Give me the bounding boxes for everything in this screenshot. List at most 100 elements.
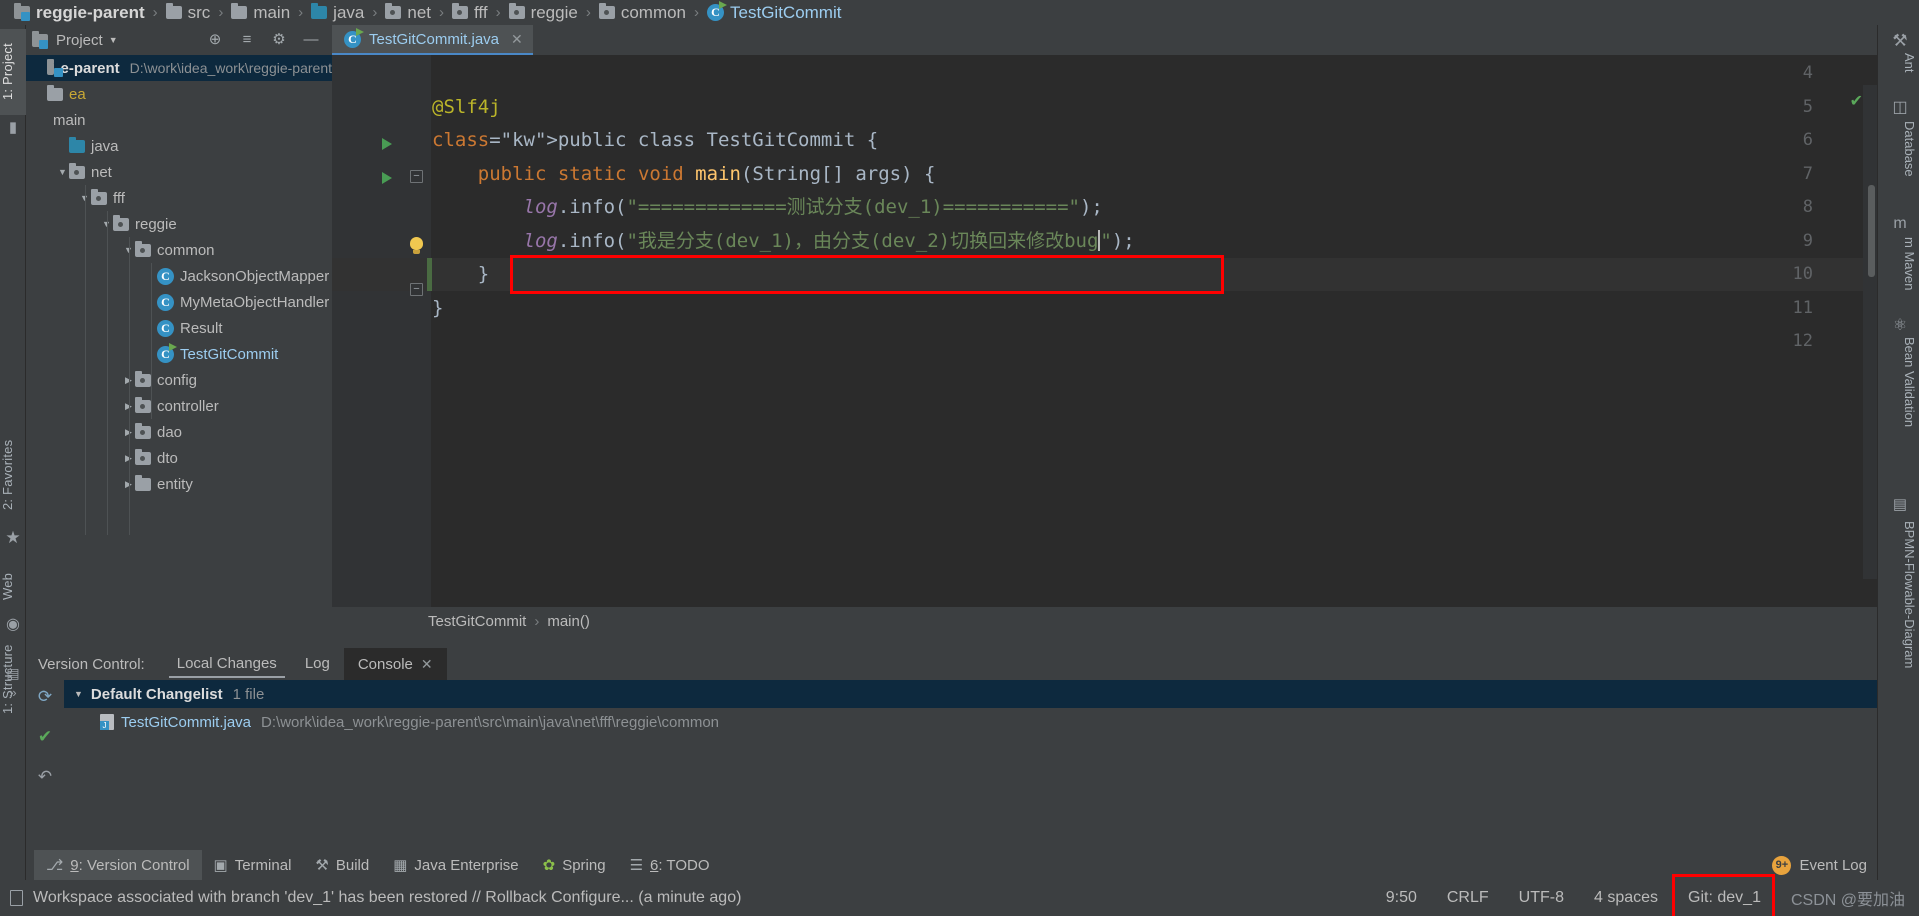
- tree-item-label: entity: [157, 475, 193, 493]
- tree-item-label: ea: [69, 85, 86, 103]
- editor-breadcrumb-item[interactable]: main(): [547, 613, 590, 630]
- tree-item-dao[interactable]: ▶dao: [26, 419, 332, 445]
- sidebar-item-favorites[interactable]: 2: Favorites: [0, 425, 26, 525]
- tree-item-net[interactable]: ▼ net: [26, 159, 332, 185]
- changed-file-row[interactable]: TestGitCommit.java D:\work\idea_work\reg…: [64, 708, 1877, 736]
- caret-position[interactable]: 9:50: [1386, 889, 1417, 907]
- star-icon: ★: [5, 528, 21, 547]
- breadcrumb-item-net[interactable]: net: [385, 0, 431, 25]
- java-class-runnable-icon: C: [344, 27, 364, 48]
- file-encoding[interactable]: UTF-8: [1519, 889, 1564, 907]
- version-control-tool-window: Version Control: Local Changes Log Conso…: [26, 648, 1877, 843]
- changelist-row[interactable]: ▼ Default Changelist 1 file: [64, 680, 1877, 708]
- chevron-down-icon[interactable]: ▼: [56, 167, 69, 177]
- source-folder-icon: [311, 3, 328, 19]
- code-line[interactable]: class="kw">public class TestGitCommit {: [432, 124, 878, 158]
- refresh-icon[interactable]: ⟳: [34, 686, 56, 708]
- package-icon: [113, 214, 129, 231]
- tree-item-dto[interactable]: ▶dto: [26, 445, 332, 471]
- more-icon[interactable]: »: [5, 685, 21, 701]
- tree-item-common[interactable]: ▼common: [26, 237, 332, 263]
- code-line[interactable]: }: [432, 258, 489, 292]
- code-text[interactable]: @Slf4j class="kw">public class TestGitCom…: [432, 55, 1877, 607]
- intention-bulb-icon[interactable]: [410, 236, 423, 254]
- package-icon: [91, 188, 107, 205]
- breadcrumb-item-java[interactable]: java: [311, 0, 364, 25]
- sidebar-item-project[interactable]: 1: Project: [0, 29, 26, 115]
- tree-item-controller[interactable]: ▶controller: [26, 393, 332, 419]
- chevron-down-icon[interactable]: ▼: [109, 35, 118, 45]
- code-line[interactable]: public static void main(String[] args) {: [432, 158, 936, 192]
- project-tree[interactable]: e-parent D:\work\idea_work\reggie-parente…: [26, 55, 332, 635]
- close-icon[interactable]: ✕: [421, 656, 433, 672]
- inspection-ok-icon: ✔: [1849, 93, 1863, 110]
- tool-window-button-spring[interactable]: ✿ Spring: [531, 850, 618, 880]
- breadcrumb-item-reggie-parent[interactable]: reggie-parent: [14, 0, 145, 25]
- tree-item-entity[interactable]: ▶entity: [26, 471, 332, 497]
- sidebar-item-database[interactable]: Database: [1893, 121, 1917, 201]
- code-line[interactable]: log.info("我是分支(dev_1)，由分支(dev_2)切换回来修改bu…: [432, 225, 1135, 259]
- package-icon: [598, 3, 615, 19]
- locate-icon[interactable]: ⊕: [206, 31, 224, 49]
- package-icon: [385, 3, 402, 19]
- breadcrumb-item-main[interactable]: main: [231, 0, 290, 25]
- code-line[interactable]: log.info("=============测试分支(dev_1)======…: [432, 191, 1103, 225]
- breadcrumb-item-src[interactable]: src: [165, 0, 210, 25]
- sidebar-item-web[interactable]: Web: [0, 560, 26, 612]
- editor-scrollbar[interactable]: [1868, 185, 1875, 277]
- sidebar-item-ant[interactable]: Ant: [1893, 53, 1917, 87]
- tree-item-java[interactable]: java: [26, 133, 332, 159]
- hide-panel-icon[interactable]: —: [302, 31, 320, 49]
- tab-console[interactable]: Console ✕: [343, 648, 447, 680]
- tree-item-config[interactable]: ▶config: [26, 367, 332, 393]
- tree-guide-line: [129, 237, 130, 535]
- sidebar-item-maven[interactable]: m Maven: [1893, 237, 1917, 295]
- tab-log[interactable]: Log: [291, 648, 344, 680]
- tool-window-button-java-enterprise[interactable]: ▦ Java Enterprise: [381, 850, 530, 880]
- sidebar-item-bpmn[interactable]: BPMN-Flowable-Diagram: [1893, 521, 1917, 721]
- tool-window-label: Spring: [562, 856, 606, 874]
- tab-TestGitCommit-java[interactable]: C TestGitCommit.java ✕: [332, 25, 533, 55]
- code-line[interactable]: }: [432, 292, 443, 326]
- highlight-rectangle-git-branch: [1672, 874, 1775, 916]
- line-separator[interactable]: CRLF: [1447, 889, 1489, 907]
- tool-window-button-9-version-control[interactable]: ⎇ 9: Version Control: [34, 850, 202, 880]
- tree-item-mymetaobjecthandler[interactable]: C MyMetaObjectHandler: [26, 289, 332, 315]
- rollback-icon[interactable]: ↶: [34, 766, 56, 788]
- tab-local-changes[interactable]: Local Changes: [163, 648, 291, 680]
- tree-item-reggie[interactable]: ▼reggie: [26, 211, 332, 237]
- commit-check-icon[interactable]: ✔: [34, 726, 56, 748]
- code-line[interactable]: @Slf4j: [432, 91, 501, 125]
- tree-item-e-parent[interactable]: e-parent D:\work\idea_work\reggie-parent: [26, 55, 332, 81]
- run-gutter-icon[interactable]: [382, 138, 392, 150]
- tree-item-fff[interactable]: ▼fff: [26, 185, 332, 211]
- collapse-all-icon[interactable]: ≡: [238, 31, 256, 49]
- tree-item-result[interactable]: C Result: [26, 315, 332, 341]
- breadcrumb-item-testgitcommit[interactable]: C TestGitCommit: [707, 0, 841, 25]
- settings-gear-icon[interactable]: ⚙: [270, 31, 288, 49]
- close-icon[interactable]: ✕: [511, 31, 523, 48]
- code-fold-start-icon[interactable]: −: [410, 169, 423, 183]
- sidebar-item-bean-validation[interactable]: Bean Validation: [1893, 337, 1917, 447]
- breadcrumb-item-reggie[interactable]: reggie: [508, 0, 578, 25]
- tool-window-button-terminal[interactable]: ▣ Terminal: [202, 850, 304, 880]
- editor-marker-strip[interactable]: [1863, 85, 1877, 579]
- tree-guide-line: [151, 263, 152, 419]
- run-gutter-icon[interactable]: [382, 171, 392, 184]
- event-log-button[interactable]: 9+ Event Log: [1772, 855, 1877, 875]
- chevron-down-icon[interactable]: ▼: [74, 689, 83, 699]
- tree-item-jacksonobjectmapper[interactable]: C JacksonObjectMapper: [26, 263, 332, 289]
- tree-item-ea[interactable]: ea: [26, 81, 332, 107]
- indent-setting[interactable]: 4 spaces: [1594, 889, 1658, 907]
- breadcrumb-item-common[interactable]: common: [598, 0, 686, 25]
- tool-window-button-build[interactable]: ⚒ Build: [303, 850, 381, 880]
- code-fold-end-icon[interactable]: −: [410, 283, 423, 296]
- package-icon: [135, 448, 151, 465]
- tool-window-button-6-todo[interactable]: ☰ 6: TODO: [618, 850, 722, 880]
- code-editor[interactable]: − − 4 5 6 7 8 9 10 11 12 @Slf4j class="kw">public …: [332, 55, 1877, 607]
- tree-item-label: TestGitCommit: [180, 345, 279, 363]
- editor-breadcrumb-item[interactable]: TestGitCommit: [428, 613, 526, 630]
- tree-item-testgitcommit[interactable]: C TestGitCommit: [26, 341, 332, 367]
- tree-item-main[interactable]: main: [26, 107, 332, 133]
- breadcrumb-item-fff[interactable]: fff: [452, 0, 488, 25]
